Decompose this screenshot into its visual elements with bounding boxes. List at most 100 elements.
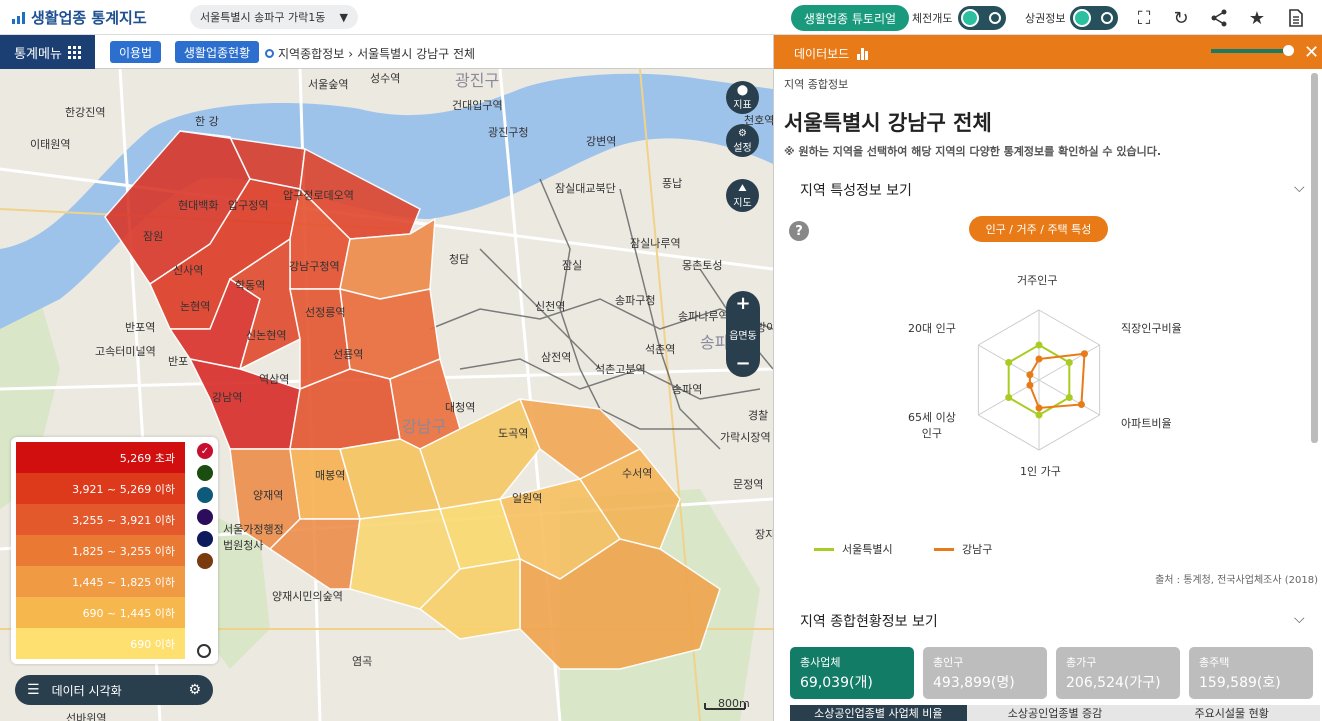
zoom-in-button[interactable]: +	[735, 295, 750, 313]
map-label-garak[interactable]: 가락시장역	[720, 429, 771, 445]
radar-point[interactable]	[1077, 401, 1085, 408]
map-label-hangangjin[interactable]: 한강진역	[65, 104, 105, 120]
map-label-munjeong[interactable]: 문정역	[733, 476, 763, 492]
radar-point[interactable]	[1035, 404, 1043, 412]
color-swatch[interactable]	[197, 487, 213, 503]
map-label-jamsil[interactable]: 잠실	[562, 257, 582, 273]
legend-row[interactable]: 3,255 ~ 3,921 이하	[16, 504, 185, 535]
radar-point[interactable]	[1065, 359, 1073, 366]
share-icon[interactable]	[1209, 8, 1229, 28]
map-label-yangjae-citizen[interactable]: 양재시민의숲역	[272, 588, 343, 604]
legend-row[interactable]: 690 ~ 1,445 이하	[16, 597, 185, 628]
scrollbar[interactable]	[1311, 73, 1318, 443]
document-icon[interactable]	[1286, 8, 1306, 28]
map-label-jamsildaegyo[interactable]: 잠실대교북단	[555, 180, 616, 196]
map-label-seokchon[interactable]: 석촌역	[645, 341, 675, 357]
map-label-sinsa[interactable]: 신사역	[173, 262, 203, 278]
fullscreen-icon[interactable]: ⛶	[1134, 8, 1154, 29]
reset-palette-icon[interactable]	[197, 644, 211, 658]
star-icon[interactable]: ★	[1247, 8, 1267, 29]
settings-control[interactable]: ⚙ 설정	[726, 124, 759, 157]
map-label-seoulsup[interactable]: 서울숲역	[308, 76, 348, 92]
radar-point[interactable]	[1080, 350, 1088, 358]
tutorial-button[interactable]: 생활업종 튜토리얼	[791, 5, 909, 31]
map-label-jamsilnaru[interactable]: 잠실나루역	[630, 235, 681, 251]
color-swatch[interactable]	[197, 553, 213, 569]
radar-point[interactable]	[1005, 394, 1013, 401]
breadcrumb-item-2[interactable]: 서울특별시 강남구 전체	[357, 45, 475, 62]
map-label-seonjeongneung[interactable]: 선정릉역	[305, 304, 345, 320]
color-swatch[interactable]	[197, 465, 213, 481]
map-label-sincheon[interactable]: 신천역	[535, 298, 565, 314]
radar-point[interactable]	[1065, 394, 1073, 401]
region-select[interactable]: 서울특별시 송파구 가락1동 ▼	[190, 5, 358, 29]
map-label-jangji[interactable]: 장지	[755, 526, 773, 542]
map-label-mongchon[interactable]: 몽촌토성	[682, 257, 722, 273]
map-label-yeoksam[interactable]: 역삼역	[259, 371, 289, 387]
map-label-gangbyeon[interactable]: 강변역	[586, 133, 616, 149]
map-label-nonhyeon[interactable]: 논현역	[180, 298, 210, 314]
chevron-down-icon[interactable]: ⌵	[1294, 611, 1305, 627]
breadcrumb-item-1[interactable]: 지역종합정보	[278, 45, 344, 62]
stat-card-housing[interactable]: 총주택 159,589(호)	[1189, 647, 1313, 699]
map-label-songpa[interactable]: 송파역	[672, 381, 702, 397]
stat-card-population[interactable]: 총인구 493,899(명)	[923, 647, 1047, 699]
zoom-out-button[interactable]: −	[735, 355, 750, 373]
map-label-daecheong[interactable]: 대청역	[445, 399, 475, 415]
map-label-seonbawi[interactable]: 선바위역	[66, 710, 106, 721]
help-icon[interactable]: ?	[789, 221, 809, 241]
panel-width-slider[interactable]	[1211, 45, 1294, 56]
map-label-songpa-naru[interactable]: 송파나루역	[678, 308, 729, 324]
map-label-yangjae[interactable]: 양재역	[253, 487, 283, 503]
chevron-down-icon[interactable]: ⌵	[1294, 180, 1305, 196]
refresh-icon[interactable]: ↻	[1171, 8, 1191, 29]
indicator-control[interactable]: ⬤ 지표	[726, 81, 759, 114]
legend-row[interactable]: 5,269 초과	[16, 442, 185, 473]
map-label-sinnonhyeon[interactable]: 신논현역	[246, 327, 286, 343]
tab-business-ratio[interactable]: 소상공인업종별 사업체 비율	[790, 705, 967, 721]
legend-row[interactable]: 690 이하	[16, 628, 185, 659]
toggle-switch-2[interactable]	[1070, 6, 1118, 30]
map-label-ilwon[interactable]: 일원역	[512, 490, 542, 506]
map-label-express-terminal[interactable]: 고속터미널역	[95, 343, 156, 359]
map-label-songpa-office[interactable]: 송파구청	[615, 292, 655, 308]
radar-point[interactable]	[1035, 355, 1043, 363]
toggle-switch-1[interactable]	[958, 6, 1006, 30]
legend-row[interactable]: 1,445 ~ 1,825 이하	[16, 566, 185, 597]
status-button[interactable]: 생활업종현황	[175, 41, 259, 63]
radar-point[interactable]	[1035, 411, 1043, 419]
color-swatch[interactable]	[197, 509, 213, 525]
map-label-gwangjin-office[interactable]: 광진구청	[488, 124, 528, 140]
gear-icon[interactable]: ⚙	[188, 682, 201, 698]
data-visualization-button[interactable]: ☰ 데이터 시각화 ⚙	[15, 675, 213, 705]
characteristic-pill[interactable]: 인구 / 거주 / 주택 특성	[969, 216, 1108, 242]
close-icon[interactable]: ✕	[1304, 42, 1319, 63]
radar-point[interactable]	[1026, 371, 1034, 379]
stat-menu-button[interactable]: 통계메뉴	[0, 35, 95, 69]
map-label-gangnamgu-office[interactable]: 강남구청역	[289, 258, 340, 274]
usage-button[interactable]: 이용법	[110, 41, 161, 63]
map-label-maebong[interactable]: 매봉역	[315, 467, 345, 483]
radar-point[interactable]	[1035, 341, 1043, 349]
map-label-cheongdam[interactable]: 청담	[449, 251, 469, 267]
legend-row[interactable]: 1,825 ~ 3,255 이하	[16, 535, 185, 566]
map-label-banpo-station[interactable]: 반포역	[125, 319, 155, 335]
app-logo[interactable]: 생활업종 통계지도	[12, 7, 147, 28]
map-label-geondae[interactable]: 건대입구역	[452, 97, 503, 113]
map-label-seongsu[interactable]: 성수역	[370, 70, 400, 86]
map-label-pungnap[interactable]: 풍납	[662, 175, 682, 191]
map-label-itaewon[interactable]: 이태원역	[30, 136, 70, 152]
section-title-overview[interactable]: 지역 종합현황정보 보기	[800, 611, 938, 631]
map-label-seokchon-gobun[interactable]: 석촌고분역	[595, 361, 646, 377]
map-label-suseo[interactable]: 수서역	[622, 465, 652, 481]
map-label-samjeon[interactable]: 삼전역	[541, 349, 571, 365]
map-label-apgujeong[interactable]: 압구정역	[228, 197, 268, 213]
tab-business-change[interactable]: 소상공인업종별 증감	[966, 705, 1144, 721]
map-label-seolleung[interactable]: 선릉역	[333, 346, 363, 362]
map-label-dogok[interactable]: 도곡역	[498, 425, 528, 441]
map-label-apgujeong-rodeo[interactable]: 압구정로데오역	[283, 187, 354, 203]
stat-card-businesses[interactable]: 총사업체 69,039(개)	[790, 647, 914, 699]
map-label-hakdong[interactable]: 학동역	[235, 277, 265, 293]
color-swatch-selected[interactable]: ✓	[197, 443, 213, 459]
map-label-jamwon[interactable]: 잠원	[143, 228, 163, 244]
